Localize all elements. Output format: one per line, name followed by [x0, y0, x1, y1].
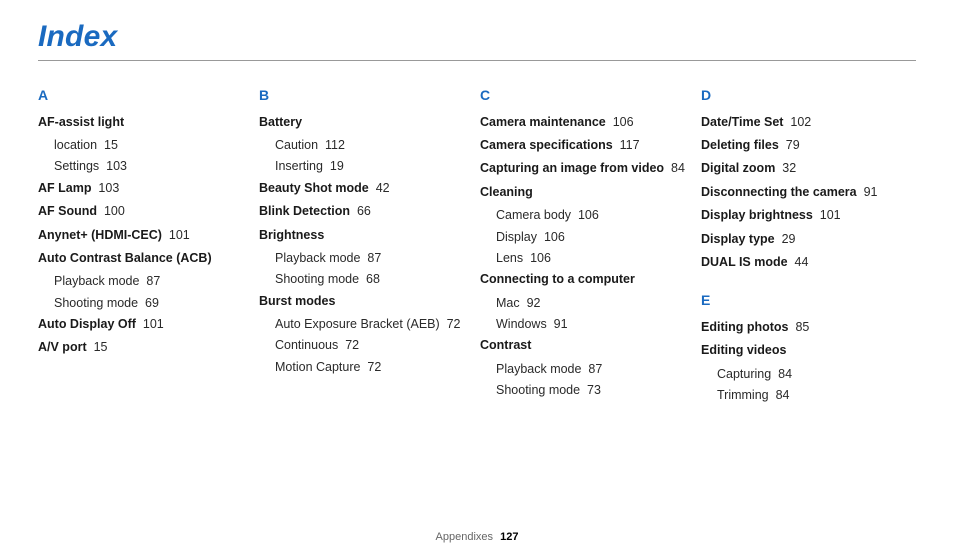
index-entry: A/V port 15 — [38, 338, 253, 357]
index-entry: Cleaning — [480, 183, 695, 202]
index-entry: Camera specifications 117 — [480, 136, 695, 155]
index-letter: D — [701, 85, 916, 107]
index-subentry: Windows 91 — [480, 315, 695, 334]
index-entry: DUAL IS mode 44 — [701, 253, 916, 272]
index-entry: Beauty Shot mode 42 — [259, 179, 474, 198]
index-subentry: Capturing 84 — [701, 365, 916, 384]
index-entry: AF Sound 100 — [38, 202, 253, 221]
index-subentry: Shooting mode 69 — [38, 294, 253, 313]
index-column: A AF-assist light location 15 Settings 103 A… — [38, 85, 253, 408]
index-entry: Display brightness 101 — [701, 206, 916, 225]
index-subentry: Caution 112 — [259, 136, 474, 155]
index-letter: B — [259, 85, 474, 107]
index-section: C Camera maintenance 106 Camera specificat… — [480, 85, 695, 401]
index-letter: C — [480, 85, 695, 107]
index-section: D Date/Time Set 102 Deleting files 79 Digit… — [701, 85, 916, 272]
page-footer: Appendixes 127 — [0, 531, 954, 543]
index-subentry: Shooting mode 68 — [259, 270, 474, 289]
index-entry: Display type 29 — [701, 230, 916, 249]
index-subentry: Playback mode 87 — [38, 272, 253, 291]
index-entry: Date/Time Set 102 — [701, 113, 916, 132]
index-subentry: Display 106 — [480, 228, 695, 247]
index-entry: Battery — [259, 113, 474, 132]
index-entry: Brightness — [259, 226, 474, 245]
index-entry: Disconnecting the camera 91 — [701, 183, 916, 202]
index-column: D Date/Time Set 102 Deleting files 79 Digit… — [701, 85, 916, 408]
index-entry: Contrast — [480, 336, 695, 355]
index-subentry: Inserting 19 — [259, 157, 474, 176]
index-subentry: Shooting mode 73 — [480, 381, 695, 400]
index-entry: AF Lamp 103 — [38, 179, 253, 198]
index-entry: Capturing an image from video 84 — [480, 159, 695, 178]
index-entry: Editing photos 85 — [701, 318, 916, 337]
index-column: C Camera maintenance 106 Camera specificat… — [480, 85, 695, 408]
index-subentry: Trimming 84 — [701, 386, 916, 405]
index-entry: Connecting to a computer — [480, 270, 695, 289]
index-entry: Camera maintenance 106 — [480, 113, 695, 132]
index-entry: Auto Contrast Balance (ACB) — [38, 249, 253, 268]
index-letter: A — [38, 85, 253, 107]
index-entry: Deleting files 79 — [701, 136, 916, 155]
index-subentry: Playback mode 87 — [480, 360, 695, 379]
index-entry: AF-assist light — [38, 113, 253, 132]
index-entry: Burst modes — [259, 292, 474, 311]
index-column: B Battery Caution 112 Inserting 19 Beauty Sh… — [259, 85, 474, 408]
index-subentry: Lens 106 — [480, 249, 695, 268]
page-title: Index — [38, 20, 916, 60]
index-subentry: Auto Exposure Bracket (AEB) 72 — [259, 315, 474, 334]
title-rule — [38, 60, 916, 61]
index-section: B Battery Caution 112 Inserting 19 Beauty Sh… — [259, 85, 474, 377]
footer-page-number: 127 — [500, 531, 518, 543]
index-subentry: Continuous 72 — [259, 336, 474, 355]
index-section: A AF-assist light location 15 Settings 103 A… — [38, 85, 253, 358]
index-subentry: Mac 92 — [480, 294, 695, 313]
index-columns: A AF-assist light location 15 Settings 103 A… — [38, 85, 916, 408]
index-page: Index A AF-assist light location 15 Setting… — [0, 0, 954, 557]
index-entry: Editing videos — [701, 341, 916, 360]
footer-label: Appendixes — [436, 531, 494, 543]
index-section: E Editing photos 85 Editing videos Capturin… — [701, 290, 916, 405]
index-subentry: Motion Capture 72 — [259, 358, 474, 377]
index-subentry: Settings 103 — [38, 157, 253, 176]
index-entry: Auto Display Off 101 — [38, 315, 253, 334]
index-subentry: Camera body 106 — [480, 206, 695, 225]
index-entry: Blink Detection 66 — [259, 202, 474, 221]
index-subentry: location 15 — [38, 136, 253, 155]
index-entry: Digital zoom 32 — [701, 159, 916, 178]
index-subentry: Playback mode 87 — [259, 249, 474, 268]
index-entry: Anynet+ (HDMI-CEC) 101 — [38, 226, 253, 245]
index-letter: E — [701, 290, 916, 312]
